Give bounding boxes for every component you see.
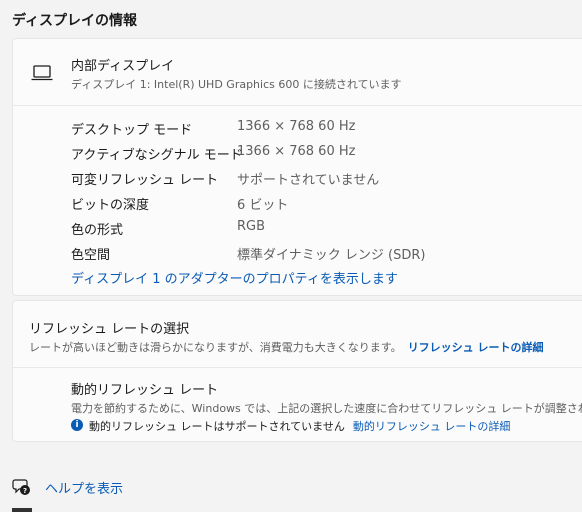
refresh-rate-card: リフレッシュ レートの選択 レートが高いほど動きは滑らかになりますが、消費電力も…	[12, 300, 582, 442]
property-value: 1366 × 768 60 Hz	[237, 119, 356, 134]
property-label: 可変リフレッシュ レート	[71, 173, 219, 188]
display-header: 内部ディスプレイ ディスプレイ 1: Intel(R) UHD Graphics…	[13, 39, 582, 106]
feedback-icon	[12, 508, 32, 512]
svg-text:?: ?	[23, 487, 27, 495]
adapter-properties-link[interactable]: ディスプレイ 1 のアダプターのプロパティを表示します	[71, 268, 398, 287]
dynamic-refresh-note-text: 動的リフレッシュ レートはサポートされていません	[89, 420, 345, 433]
property-label: ビットの深度	[71, 198, 150, 213]
divider	[13, 367, 582, 368]
refresh-rate-details-link[interactable]: リフレッシュ レートの詳細	[408, 341, 544, 354]
dynamic-refresh-note: 動的リフレッシュ レートはサポートされていません 動的リフレッシュ レートの詳細	[89, 418, 510, 434]
property-value: RGB	[237, 219, 266, 234]
display-name: 内部ディスプレイ	[71, 59, 175, 74]
property-value: 1366 × 768 60 Hz	[237, 144, 356, 159]
dynamic-refresh-title: 動的リフレッシュ レート	[71, 383, 219, 398]
property-label: 色空間	[71, 248, 111, 263]
help-link[interactable]: ヘルプを表示	[45, 478, 123, 497]
property-label: 色の形式	[71, 223, 124, 238]
laptop-icon	[31, 65, 53, 81]
section-title: ディスプレイの情報	[12, 13, 138, 29]
display-connection: ディスプレイ 1: Intel(R) UHD Graphics 600 に接続さ…	[71, 78, 402, 91]
info-icon: i	[71, 419, 83, 431]
help-icon: ?	[12, 479, 30, 495]
refresh-rate-description-text: レートが高いほど動きは滑らかになりますが、消費電力も大きくなります。	[29, 341, 402, 354]
property-value: 標準ダイナミック レンジ (SDR)	[237, 248, 426, 263]
refresh-rate-description: レートが高いほど動きは滑らかになりますが、消費電力も大きくなります。 リフレッシュ…	[29, 339, 544, 355]
property-value: サポートされていません	[237, 173, 380, 188]
property-label: アクティブなシグナル モード	[71, 148, 243, 163]
property-label: デスクトップ モード	[71, 123, 193, 138]
dynamic-refresh-details-link[interactable]: 動的リフレッシュ レートの詳細	[353, 420, 511, 433]
property-value: 6 ビット	[237, 198, 289, 213]
refresh-rate-title: リフレッシュ レートの選択	[29, 322, 190, 337]
display-info-card: 内部ディスプレイ ディスプレイ 1: Intel(R) UHD Graphics…	[12, 38, 582, 296]
dynamic-refresh-description: 電力を節約するために、Windows では、上記の選択した速度に合わせてリフレッ…	[71, 402, 582, 415]
